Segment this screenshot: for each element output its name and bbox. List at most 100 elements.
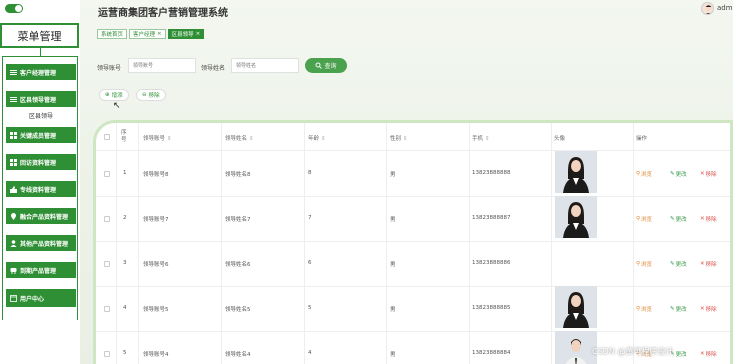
row-checkbox[interactable]: [104, 351, 110, 357]
close-icon: ✕: [700, 351, 705, 357]
sidebar-item[interactable]: 到期产品管理: [6, 262, 76, 278]
user-name[interactable]: adm: [717, 4, 733, 12]
list-icon: [10, 69, 17, 76]
delete-button[interactable]: ✕ 移除: [700, 170, 717, 178]
table-cell-account: 领导账号7: [143, 217, 169, 223]
sidebar-item[interactable]: 关键成员管理: [6, 127, 76, 143]
location-icon: [10, 212, 17, 220]
table-cell-gender: 男: [390, 217, 396, 223]
tree-connector: [40, 48, 41, 56]
edit-button[interactable]: ✎ 更改: [670, 305, 687, 313]
column-divider: [138, 123, 139, 364]
edit-button[interactable]: ✎ 更改: [670, 170, 687, 178]
column-divider: [221, 123, 222, 364]
sidebar-item[interactable]: 区县领导管理: [6, 91, 76, 107]
delete-button-label: 移除: [705, 262, 717, 268]
table-cell-phone: 13823888888: [472, 170, 511, 176]
row-checkbox[interactable]: [104, 171, 110, 177]
sidebar-item-label: 其他产品资料管理: [20, 240, 69, 248]
avatar[interactable]: [701, 2, 714, 15]
sidebar-item[interactable]: 用户中心: [6, 289, 76, 307]
sidebar-item-label: 专线资料管理: [20, 186, 57, 194]
sidebar-item[interactable]: 客户经理管理: [6, 64, 76, 80]
add-button[interactable]: ⊕ 增添: [99, 89, 129, 101]
search-icon: ⚲: [636, 171, 641, 177]
delete-button[interactable]: ✕ 移除: [700, 260, 717, 268]
row-checkbox[interactable]: [104, 216, 110, 222]
table-cell-age: 4: [308, 350, 312, 356]
remove-label: 移除: [148, 93, 160, 99]
table-cell-account: 领导账号5: [143, 307, 169, 313]
edit-icon: ✎: [670, 171, 675, 177]
data-table: 序号 领导账号 ⇕ 领导姓名 ⇕ 年龄 ⇕ 性别 ⇕ 手机 ⇕ 头像 操作 1 领导账号8 领导姓名8 8 男 1…: [93, 120, 733, 364]
table-cell-gender: 男: [390, 352, 396, 358]
table-cell-phone: 13823888887: [472, 215, 511, 221]
sort-icon[interactable]: ⇕: [249, 136, 254, 142]
sort-icon[interactable]: ⇕: [167, 136, 172, 142]
tab-home[interactable]: 系统首页: [97, 29, 128, 39]
column-header: 头像: [554, 134, 565, 142]
delete-button[interactable]: ✕ 移除: [700, 305, 717, 313]
column-header: 操作: [636, 134, 647, 142]
sidebar-item[interactable]: 其他产品资料管理: [6, 235, 76, 251]
sidebar-item-label: 回访资料管理: [20, 159, 57, 167]
sidebar-item[interactable]: 融合产品资料管理: [6, 208, 76, 224]
edit-button-label: 更改: [675, 217, 687, 223]
sort-icon[interactable]: ⇕: [321, 136, 326, 142]
column-header: 领导账号 ⇕: [143, 134, 172, 142]
close-icon[interactable]: ×: [196, 31, 201, 37]
close-icon[interactable]: ×: [157, 31, 162, 37]
search-button[interactable]: 查询: [305, 58, 347, 73]
search-label-account: 领导账号: [97, 65, 122, 72]
row-checkbox[interactable]: [104, 261, 110, 267]
column-header-label: 头像: [554, 136, 566, 142]
name-search-input[interactable]: [231, 58, 299, 73]
view-button[interactable]: ⚲ 浏览: [636, 305, 652, 313]
close-icon: ✕: [700, 306, 705, 312]
edit-button[interactable]: ✎ 更改: [670, 260, 687, 268]
close-icon: ✕: [700, 216, 705, 222]
sidebar-item[interactable]: 回访资料管理: [6, 154, 76, 170]
person-icon: [10, 239, 17, 247]
list-icon: [10, 96, 17, 103]
remove-button[interactable]: ⊖ 移除: [136, 89, 166, 101]
table-cell-index: 4: [123, 305, 127, 311]
sidebar-subitem[interactable]: 区县领导: [6, 110, 76, 120]
delete-button-label: 移除: [705, 307, 717, 313]
delete-button[interactable]: ✕ 移除: [700, 350, 717, 358]
view-button[interactable]: ⚲ 浏览: [636, 260, 652, 268]
edit-icon: ✎: [670, 306, 675, 312]
row-checkbox[interactable]: [104, 306, 110, 312]
account-search-input[interactable]: [128, 58, 196, 73]
sort-icon[interactable]: ⇕: [485, 136, 490, 142]
grid-icon: [10, 131, 17, 139]
table-cell-phone: 13823888884: [472, 350, 511, 356]
avatar-photo: [555, 331, 597, 364]
tab-district-leader[interactable]: 区县领导 ×: [167, 29, 205, 39]
sort-icon[interactable]: ⇕: [403, 136, 408, 142]
table-cell-account: 领导账号4: [143, 352, 169, 358]
table-cell-phone: 13823888886: [472, 260, 511, 266]
delete-button-label: 移除: [705, 352, 717, 358]
grid-icon: [10, 158, 17, 166]
search-label-name: 领导姓名: [201, 65, 226, 72]
avatar-photo: [555, 151, 597, 193]
column-header: 性别 ⇕: [390, 134, 408, 142]
sidebar-item-label: 区县领导管理: [20, 96, 57, 104]
delete-button[interactable]: ✕ 移除: [700, 215, 717, 223]
edit-button[interactable]: ✎ 更改: [670, 215, 687, 223]
tab-label: 区县领导: [171, 32, 194, 38]
avatar-photo: [555, 286, 597, 328]
car-icon: [10, 267, 17, 274]
table-cell-account: 领导账号6: [143, 262, 169, 268]
avatar-photo: [555, 196, 597, 238]
view-button[interactable]: ⚲ 浏览: [636, 215, 652, 223]
select-all-checkbox[interactable]: [104, 134, 110, 140]
table-cell-age: 5: [308, 305, 312, 311]
sidebar-toggle[interactable]: [5, 4, 23, 13]
table-cell-age: 8: [308, 170, 312, 176]
tree-connector: [2, 56, 78, 57]
view-button[interactable]: ⚲ 浏览: [636, 170, 652, 178]
sidebar-item[interactable]: 专线资料管理: [6, 181, 76, 197]
tab-customer-manager[interactable]: 客户经理 ×: [129, 29, 166, 39]
